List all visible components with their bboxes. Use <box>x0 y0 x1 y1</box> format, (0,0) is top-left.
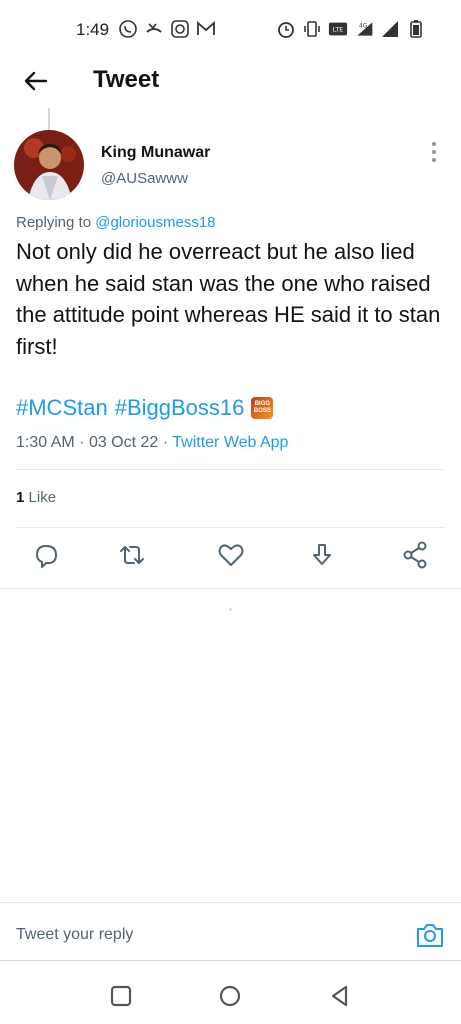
camera-button[interactable] <box>415 920 445 950</box>
reply-button[interactable] <box>31 540 61 570</box>
status-time: 1:49 <box>76 20 110 39</box>
hashtag-link[interactable]: #MCStan <box>16 395 108 421</box>
recents-button[interactable] <box>110 985 132 1007</box>
avatar-image <box>14 130 84 200</box>
bigg-boss-emoji-icon: BIGG BOSS <box>251 397 274 419</box>
tweet-text: Not only did he overreact but he also li… <box>16 239 441 359</box>
divider <box>16 469 445 470</box>
download-button[interactable] <box>307 540 337 570</box>
status-bar: 1:49 LTE 4G <box>0 0 461 58</box>
divider <box>0 960 461 961</box>
camera-icon <box>417 924 443 947</box>
system-icons: LTE 4G <box>276 19 426 39</box>
hashtag-link[interactable]: #BiggBoss16 <box>115 395 245 421</box>
thread-line <box>48 108 50 132</box>
vibrate-icon <box>302 19 322 39</box>
back-button[interactable] <box>20 68 52 94</box>
tweet-date: 03 Oct 22 <box>88 434 159 451</box>
triangle-back-icon <box>331 985 348 1007</box>
home-button[interactable] <box>219 985 241 1007</box>
divider <box>0 588 461 589</box>
divider <box>0 902 461 903</box>
missed-call-icon <box>144 19 164 39</box>
loading-dot <box>229 608 232 611</box>
signal-icon <box>380 19 400 39</box>
tweet-actions <box>0 540 461 576</box>
avatar[interactable] <box>14 130 84 200</box>
more-options-button[interactable] <box>428 140 440 164</box>
replying-mention-link[interactable]: @gloriousmess18 <box>95 214 215 231</box>
tweet-meta: 1:30 AM · 03 Oct 22 · Twitter Web App <box>16 434 288 452</box>
share-icon <box>403 541 427 569</box>
retweet-icon <box>120 546 144 564</box>
meta-separator: · <box>162 434 169 451</box>
gmail-icon <box>196 19 216 39</box>
square-icon <box>110 985 132 1007</box>
heart-icon <box>218 544 244 566</box>
volte-icon: LTE <box>328 19 348 39</box>
reply-icon <box>36 545 57 568</box>
signal-4g-icon: 4G <box>354 19 374 39</box>
circle-icon <box>219 985 241 1007</box>
notification-icons <box>118 19 216 39</box>
share-button[interactable] <box>400 540 430 570</box>
instagram-icon <box>170 19 190 39</box>
header: Tweet <box>0 58 461 104</box>
replying-to: Replying to @gloriousmess18 <box>16 214 216 231</box>
download-arrow-icon <box>313 544 331 565</box>
tweet-source-link[interactable]: Twitter Web App <box>172 434 288 451</box>
likes-count: 1 <box>16 489 25 506</box>
meta-separator: · <box>79 434 85 451</box>
author-handle[interactable]: @AUSawww <box>101 170 188 187</box>
alarm-icon <box>276 19 296 39</box>
author-name[interactable]: King Munawar <box>101 144 210 162</box>
battery-icon <box>406 19 426 39</box>
svg-text:LTE: LTE <box>333 27 344 34</box>
svg-text:4G: 4G <box>359 23 368 29</box>
retweet-button[interactable] <box>117 540 147 570</box>
hashtags: #MCStan #BiggBoss16 BIGG BOSS <box>16 395 274 421</box>
like-button[interactable] <box>216 540 246 570</box>
divider <box>16 527 445 528</box>
system-nav-bar <box>0 965 461 1024</box>
whatsapp-icon <box>118 19 138 39</box>
likes-label: Like <box>28 489 57 506</box>
tweet-time: 1:30 AM <box>16 434 75 451</box>
likes-link[interactable]: 1 Like <box>16 489 56 506</box>
back-nav-button[interactable] <box>329 985 351 1007</box>
reply-input[interactable]: Tweet your reply <box>16 926 133 944</box>
replying-prefix: Replying to <box>16 214 92 231</box>
more-vertical-icon <box>432 142 436 162</box>
page-title: Tweet <box>93 66 160 93</box>
back-arrow-icon <box>24 71 48 91</box>
